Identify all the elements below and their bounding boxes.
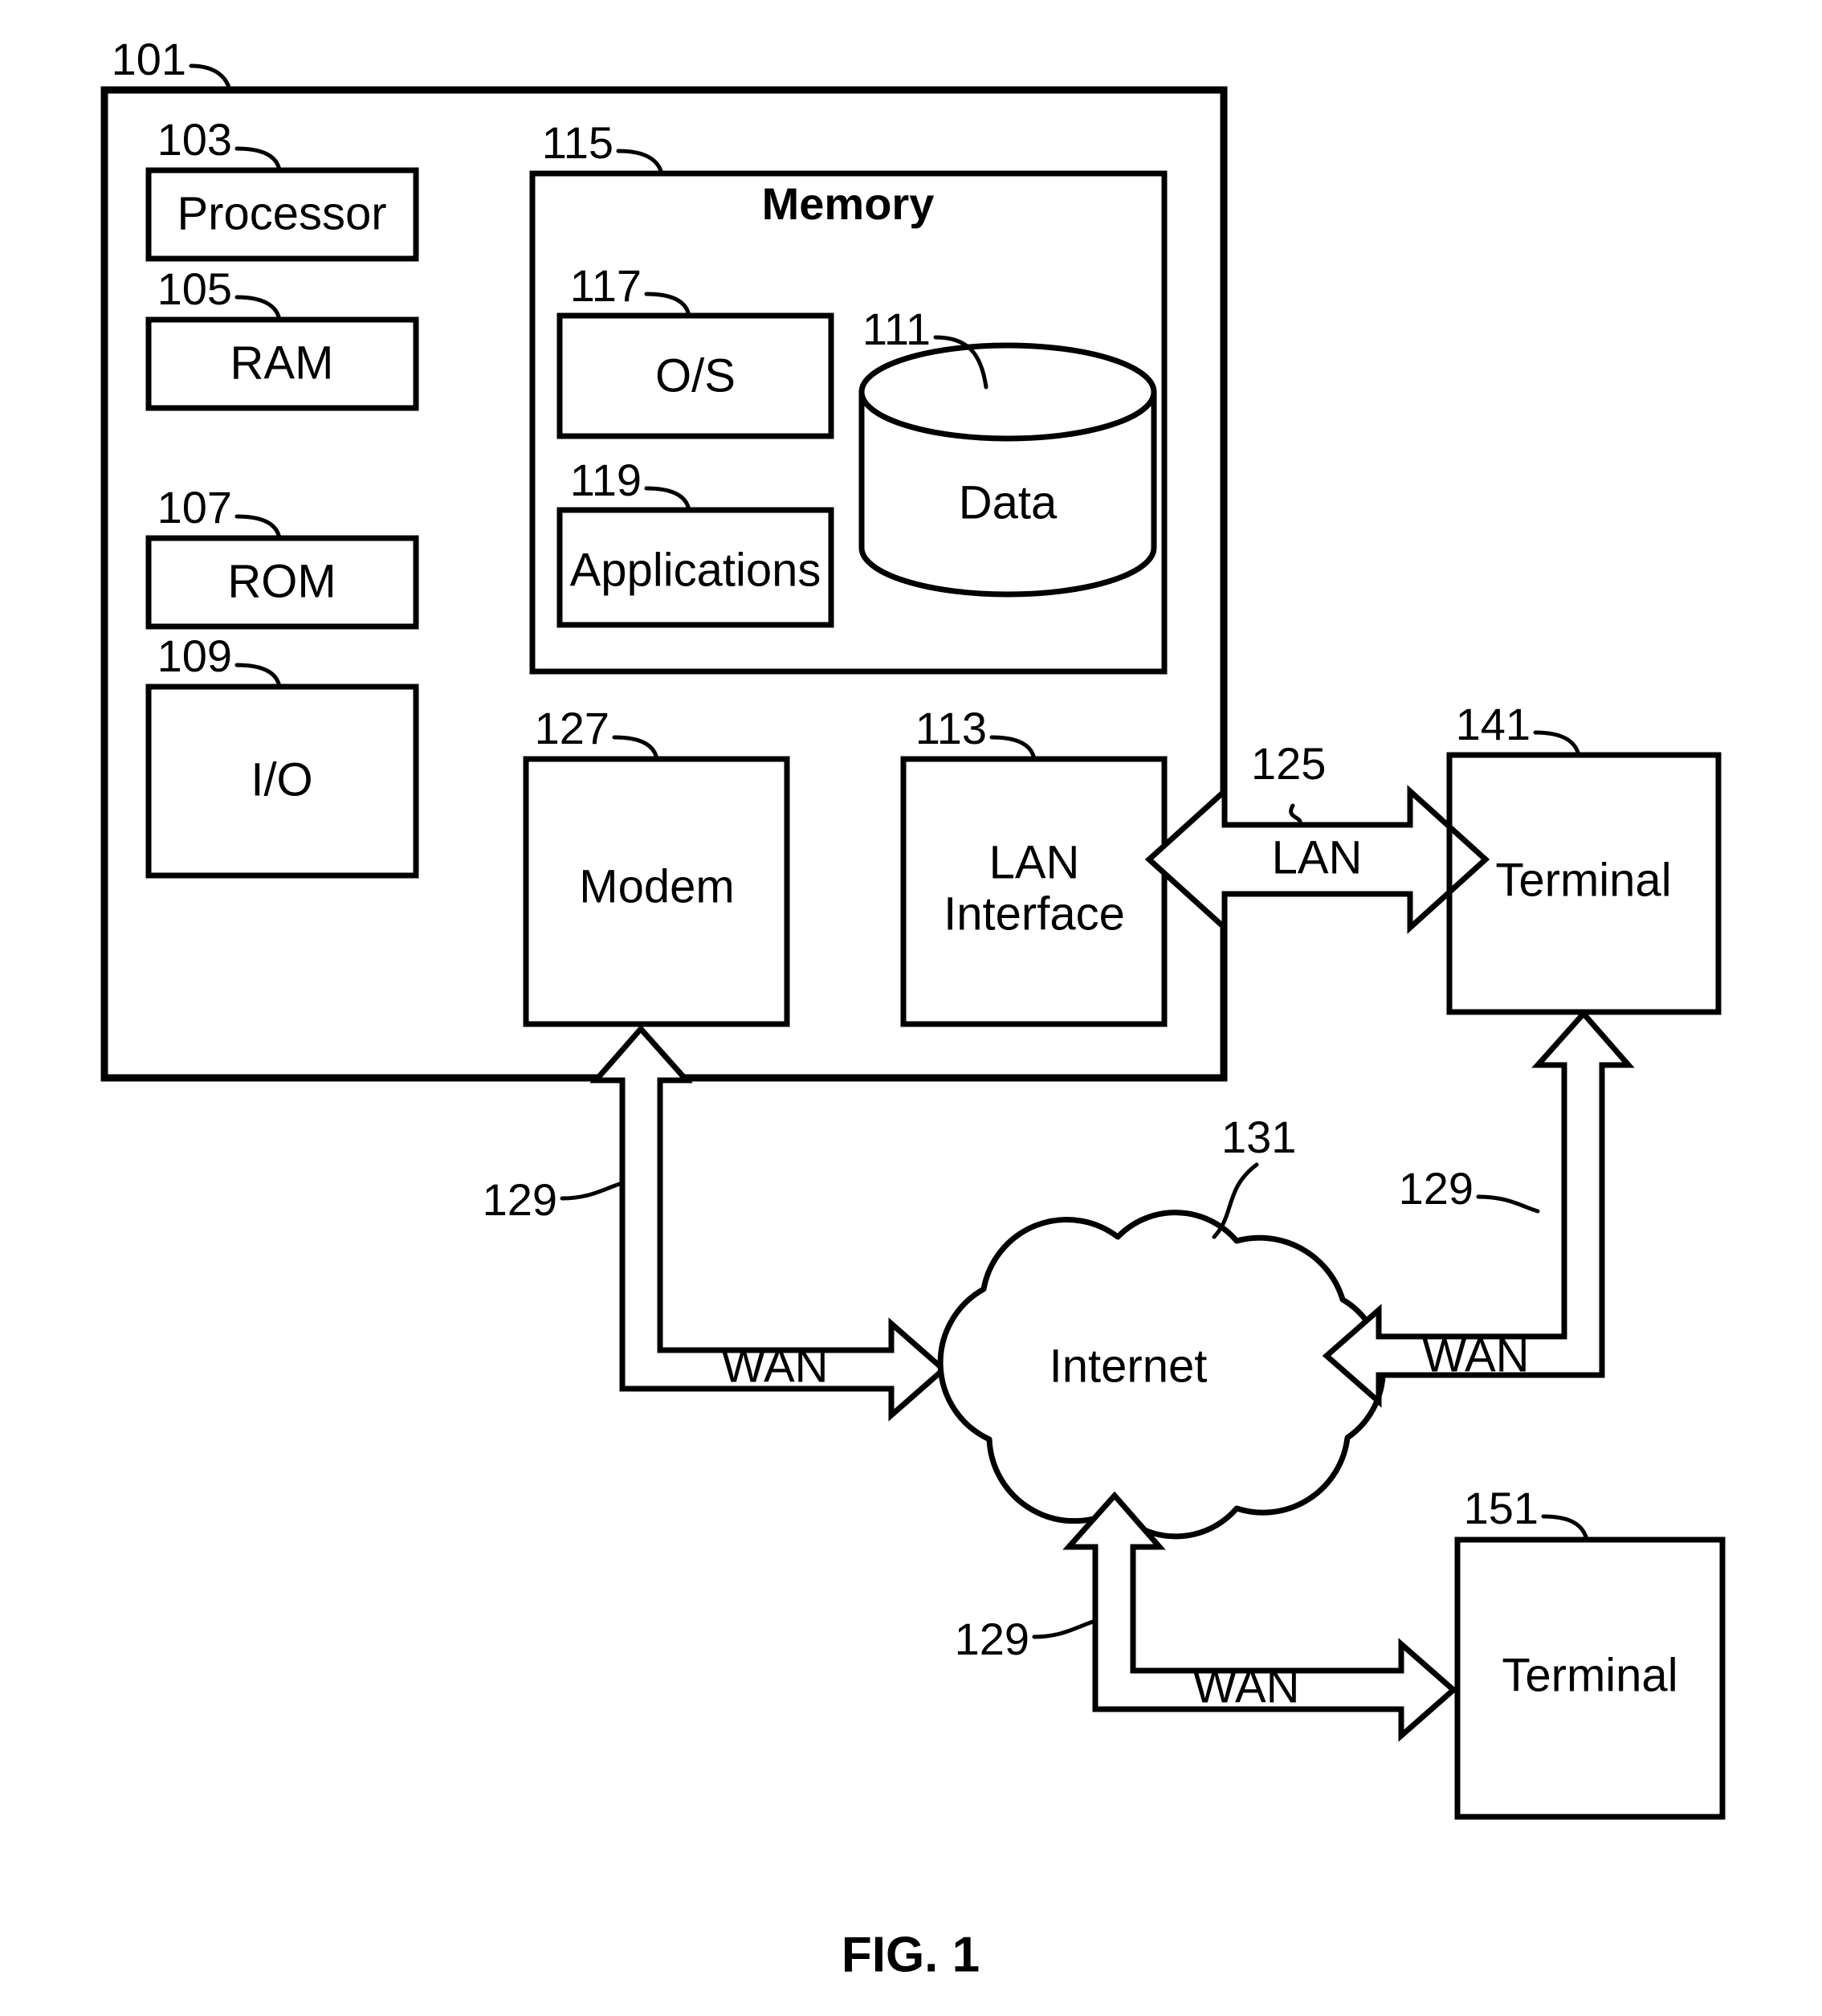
figure-canvas: 101 103 Processor 105 RAM 107 ROM 109 I/… xyxy=(100,34,1726,1982)
wan-terminal151-label: WAN xyxy=(1192,1660,1299,1712)
modem-label: Modem xyxy=(579,860,734,912)
ref-129-terminal151: 129 xyxy=(955,1614,1029,1664)
wan-terminal141-label: WAN xyxy=(1422,1329,1529,1381)
ref-111: 111 xyxy=(862,304,931,354)
leader-109 xyxy=(234,663,282,689)
leader-107 xyxy=(234,514,282,541)
rom-label: ROM xyxy=(227,555,336,607)
data-cylinder xyxy=(858,342,1157,598)
patent-figure: 101 103 Processor 105 RAM 107 ROM 109 I/… xyxy=(0,0,1822,2016)
lan-interface-label-line1: LAN xyxy=(989,836,1080,888)
ref-131: 131 xyxy=(1221,1112,1296,1162)
leader-129-terminal141 xyxy=(1476,1194,1540,1214)
terminal-151-label: Terminal xyxy=(1502,1649,1677,1701)
leader-119 xyxy=(644,486,691,512)
leader-103 xyxy=(234,146,282,173)
leader-115 xyxy=(616,149,664,176)
io-label: I/O xyxy=(251,753,312,806)
applications-label: Applications xyxy=(570,544,821,596)
ref-141: 141 xyxy=(1456,699,1531,749)
ref-101: 101 xyxy=(112,34,186,84)
ref-115: 115 xyxy=(542,117,613,168)
os-label: O/S xyxy=(655,349,736,402)
ref-109: 109 xyxy=(157,631,232,681)
ref-103: 103 xyxy=(157,114,232,165)
ram-label: RAM xyxy=(230,337,334,389)
ref-129-modem: 129 xyxy=(483,1174,557,1225)
leader-141 xyxy=(1533,730,1581,757)
ref-119: 119 xyxy=(570,455,642,505)
leader-127 xyxy=(612,735,659,761)
ref-129-terminal141: 129 xyxy=(1399,1163,1473,1214)
leader-117 xyxy=(644,292,691,318)
internet-label: Internet xyxy=(1050,1340,1208,1392)
processor-label: Processor xyxy=(177,187,386,239)
lan-interface-label-line2: Interface xyxy=(944,888,1125,940)
ref-113: 113 xyxy=(915,703,987,753)
leader-105 xyxy=(234,295,282,322)
memory-label: Memory xyxy=(762,178,935,229)
leader-113 xyxy=(989,735,1037,761)
ref-125: 125 xyxy=(1251,738,1326,789)
figure-caption: FIG. 1 xyxy=(842,1927,980,1982)
ref-127: 127 xyxy=(535,703,609,753)
leader-151 xyxy=(1541,1514,1589,1542)
ref-107: 107 xyxy=(157,482,232,533)
leader-129-terminal151 xyxy=(1032,1618,1098,1639)
ref-151: 151 xyxy=(1464,1483,1539,1533)
leader-129-modem xyxy=(560,1181,625,1201)
ref-117: 117 xyxy=(570,260,642,311)
wan-modem-label: WAN xyxy=(721,1340,828,1392)
ref-105: 105 xyxy=(157,263,232,314)
terminal-141-label: Terminal xyxy=(1495,854,1671,906)
data-label: Data xyxy=(959,476,1058,528)
leader-131 xyxy=(1212,1162,1259,1239)
lan-link-label: LAN xyxy=(1272,831,1363,884)
